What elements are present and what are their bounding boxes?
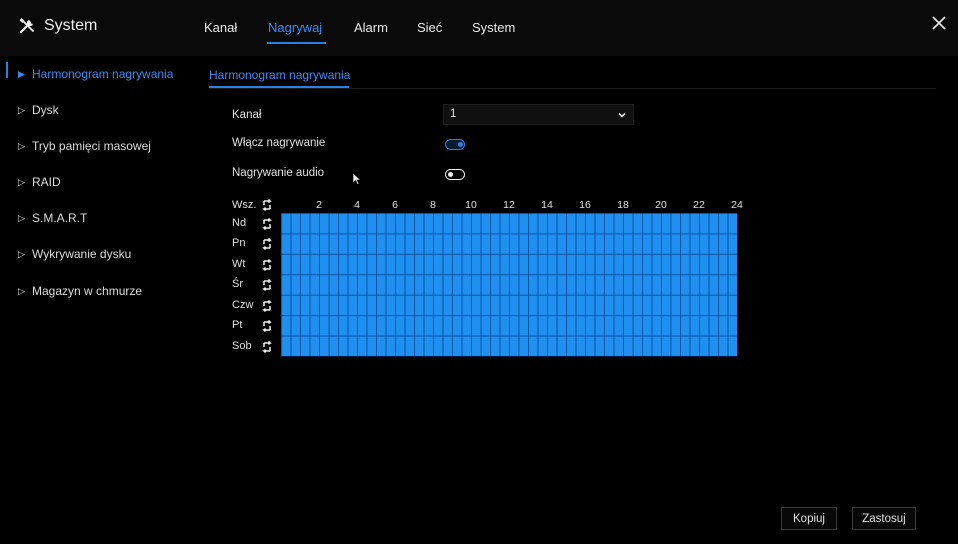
sidebar-item-label: Harmonogram nagrywania	[32, 67, 174, 81]
expand-arrow-icon: ▷	[18, 104, 25, 115]
active-tab-underline	[267, 42, 326, 44]
tab-kanal[interactable]: Kanał	[204, 20, 237, 35]
sidebar-item-smart[interactable]: ▷ S.M.A.R.T	[18, 211, 87, 225]
app-title-text: System	[44, 17, 98, 34]
sidebar-item-label: Magazyn w chmurze	[32, 284, 143, 298]
sidebar-active-marker	[6, 62, 8, 78]
day-label: Pt	[232, 319, 243, 332]
hour-label: 16	[579, 199, 591, 211]
enable-recording-label: Włącz nagrywanie	[232, 137, 326, 149]
copy-button[interactable]: Kopiuj	[781, 507, 837, 530]
sync-day-icon[interactable]	[261, 340, 273, 353]
audio-recording-label: Nagrywanie audio	[232, 167, 325, 179]
day-label: Sob	[232, 339, 252, 352]
chevron-down-icon	[618, 112, 626, 118]
hour-label: 4	[354, 199, 360, 211]
tab-alarm[interactable]: Alarm	[354, 20, 388, 35]
schedule-grid-border	[281, 356, 737, 357]
hour-label: 8	[430, 199, 436, 211]
enable-recording-toggle[interactable]	[445, 139, 465, 150]
sync-day-icon[interactable]	[261, 299, 273, 312]
hour-label: 10	[465, 199, 477, 211]
sidebar	[0, 56, 190, 544]
sync-day-icon[interactable]	[261, 218, 273, 230]
toggle-knob	[448, 171, 453, 177]
sidebar-item-raid[interactable]: ▷ RAID	[18, 175, 61, 189]
tools-icon	[19, 18, 34, 34]
hour-label: 18	[617, 199, 629, 211]
sidebar-item-dysk[interactable]: ▷ Dysk	[18, 103, 59, 117]
audio-recording-toggle[interactable]	[445, 169, 465, 180]
channel-select-value: 1	[450, 108, 457, 120]
sync-day-icon[interactable]	[261, 238, 273, 251]
sidebar-item-label: Wykrywanie dysku	[32, 247, 132, 261]
toggle-knob	[458, 141, 463, 147]
subtab-harmonogram[interactable]: Harmonogram nagrywania	[209, 68, 350, 82]
hour-label: 24	[731, 199, 743, 211]
hour-label: 2	[316, 199, 322, 211]
top-bar: System Kanał Nagrywaj Alarm Sieć System	[0, 0, 958, 56]
tab-siec[interactable]: Sieć	[417, 20, 442, 35]
sync-all-icon[interactable]	[261, 199, 273, 211]
apply-button[interactable]: Zastosuj	[852, 507, 916, 530]
schedule-grid[interactable]	[281, 213, 737, 356]
tab-nagrywaj[interactable]: Nagrywaj	[268, 20, 322, 35]
day-label: Wt	[232, 257, 246, 270]
sidebar-item-label: RAID	[32, 175, 61, 189]
expand-arrow-icon: ▷	[18, 248, 25, 259]
close-icon[interactable]	[930, 14, 948, 32]
sync-day-icon[interactable]	[261, 279, 273, 292]
mouse-cursor-icon	[352, 172, 362, 185]
day-label: Nd	[232, 217, 247, 229]
sidebar-item-harmonogram[interactable]: ▶ Harmonogram nagrywania	[18, 67, 173, 81]
sidebar-item-label: Dysk	[32, 103, 59, 117]
hour-label: 22	[693, 199, 705, 211]
subtab-divider	[209, 88, 936, 89]
sync-day-icon[interactable]	[261, 258, 273, 271]
day-label: Czw	[232, 298, 254, 311]
channel-select[interactable]: 1	[443, 104, 634, 125]
sidebar-item-tryb-pamieci[interactable]: ▷ Tryb pamięci masowej	[18, 139, 151, 153]
sync-day-icon[interactable]	[261, 320, 273, 333]
sidebar-item-magazyn[interactable]: ▷ Magazyn w chmurze	[18, 284, 142, 298]
expand-arrow-icon: ▷	[18, 140, 25, 151]
day-label: Pn	[232, 237, 246, 250]
expand-arrow-icon: ▶	[18, 68, 25, 79]
sidebar-item-label: Tryb pamięci masowej	[32, 139, 151, 153]
hour-label: 12	[503, 199, 515, 211]
app-title: System	[18, 17, 97, 35]
hour-label: 20	[655, 199, 667, 211]
hour-label: 14	[541, 199, 553, 211]
channel-label: Kanał	[232, 109, 262, 121]
tab-system[interactable]: System	[472, 20, 515, 35]
sidebar-item-label: S.M.A.R.T	[32, 211, 88, 225]
hour-label: 6	[392, 199, 398, 211]
day-label: Śr	[232, 278, 243, 291]
sidebar-item-wykrywanie[interactable]: ▷ Wykrywanie dysku	[18, 247, 131, 261]
expand-arrow-icon: ▷	[18, 176, 25, 187]
expand-arrow-icon: ▷	[18, 212, 25, 223]
all-days-label: Wsz.	[232, 199, 257, 211]
expand-arrow-icon: ▷	[18, 285, 25, 296]
